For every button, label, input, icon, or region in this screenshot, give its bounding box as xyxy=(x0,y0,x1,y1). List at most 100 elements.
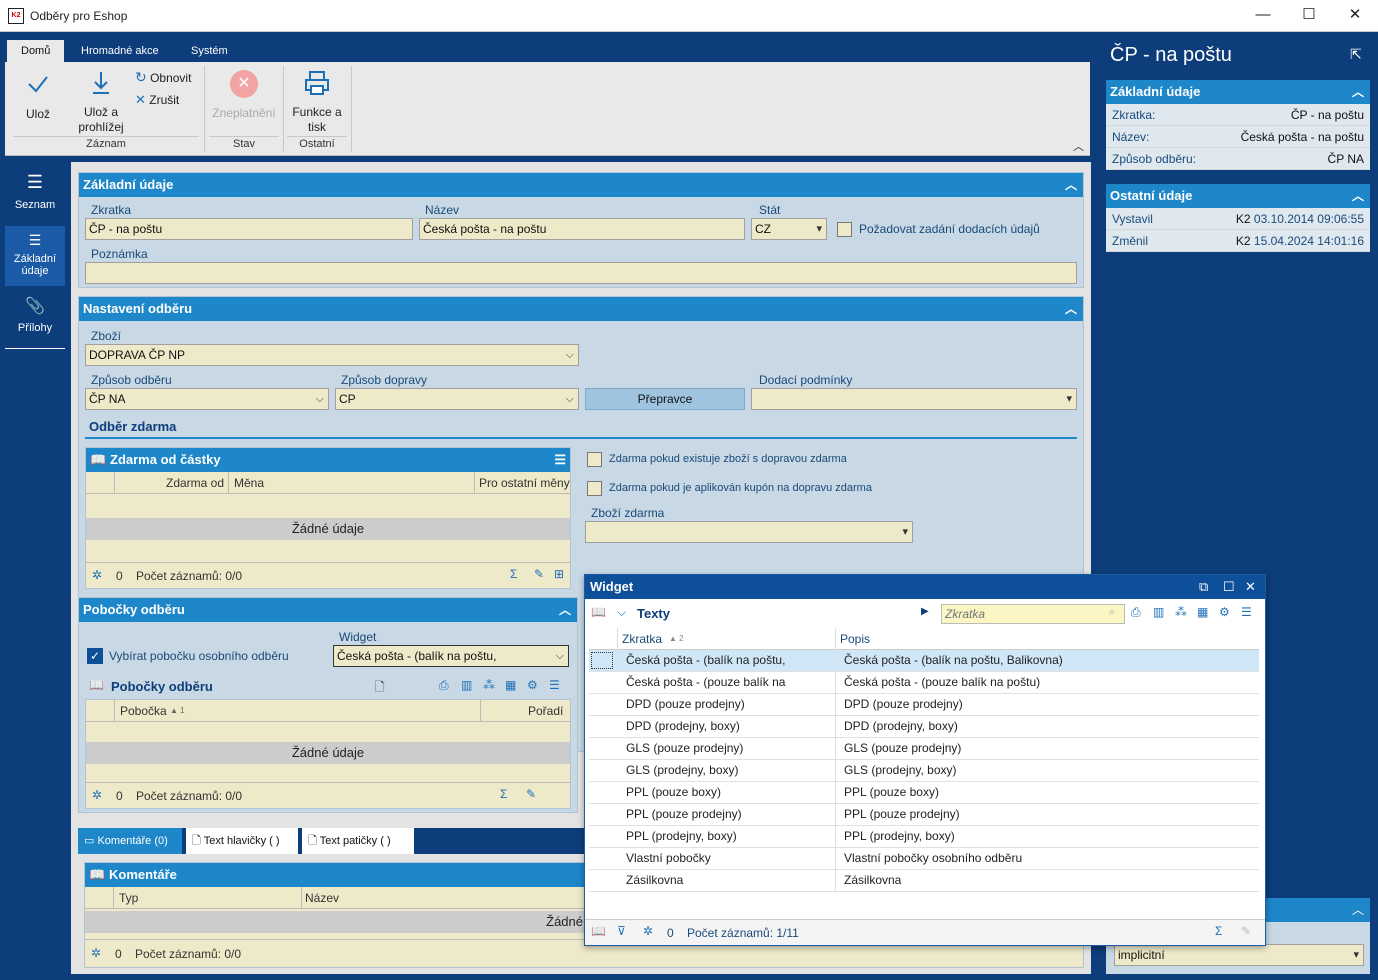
row-selector[interactable] xyxy=(591,740,613,757)
chart-icon[interactable]: ▥ xyxy=(1153,605,1164,619)
note-field[interactable] xyxy=(85,262,1077,284)
maximize-button[interactable]: ☐ xyxy=(1286,0,1332,32)
sum-icon[interactable]: Σ xyxy=(500,787,507,801)
col-branch[interactable]: Pobočka xyxy=(120,704,167,718)
cancel-button[interactable]: ✕ Zrušit xyxy=(135,92,205,110)
new-doc-icon[interactable]: 🗋 xyxy=(375,678,385,699)
col-currency[interactable]: Měna xyxy=(234,476,264,490)
snowflake-icon[interactable]: ✲ xyxy=(643,924,653,938)
col-type[interactable]: Typ xyxy=(119,891,138,905)
gear-icon[interactable]: ⚙ xyxy=(527,678,538,692)
play-icon[interactable]: ▶ xyxy=(921,606,929,617)
invalidate-button[interactable]: ✕ Zneplatnění xyxy=(209,70,279,120)
tab-header-text[interactable]: 🗋 Text hlavičky ( ) xyxy=(186,828,298,854)
collapse-icon[interactable]: ︿ xyxy=(553,598,577,622)
name-field[interactable]: Česká pošta - na poštu xyxy=(419,218,745,240)
snowflake-icon[interactable]: ✲ xyxy=(91,946,101,960)
close-icon[interactable]: ✕ xyxy=(1245,575,1256,599)
table-row[interactable]: Zásilkovna Zásilkovna xyxy=(589,870,1259,892)
table-row[interactable]: PPL (pouze prodejny) PPL (pouze prodejny) xyxy=(589,804,1259,826)
table-row[interactable]: PPL (pouze boxy) PPL (pouze boxy) xyxy=(589,782,1259,804)
collapse-icon[interactable]: ︿ xyxy=(1059,297,1083,321)
col-other-currencies[interactable]: Pro ostatní měny xyxy=(479,476,570,490)
row-selector[interactable] xyxy=(591,828,613,845)
maximize-icon[interactable]: ☐ xyxy=(1223,575,1235,599)
tab-home[interactable]: Domů xyxy=(7,40,65,62)
col-free-from[interactable]: Zdarma od xyxy=(166,476,224,490)
col-name[interactable]: Název xyxy=(305,891,339,905)
abbr-field[interactable]: ČP - na poštu xyxy=(85,218,413,240)
sum-icon[interactable]: Σ xyxy=(510,567,517,581)
collapse-icon[interactable]: ︿ xyxy=(1059,173,1083,197)
network-icon[interactable]: ⁂ xyxy=(1175,605,1187,619)
tab-bulk-actions[interactable]: Hromadné akce xyxy=(67,40,173,62)
table-row[interactable]: Česká pošta - (pouze balík na Česká pošta… xyxy=(589,672,1259,694)
collapse-ribbon-icon[interactable]: ︿ xyxy=(1073,138,1084,154)
right-bottom-select[interactable]: implicitní ▾ xyxy=(1114,944,1364,966)
row-selector[interactable] xyxy=(591,674,613,691)
select-branch-checkbox[interactable]: ✓ xyxy=(87,648,103,664)
functions-print-button[interactable]: Funkce a tisk xyxy=(287,70,347,135)
menu-icon[interactable]: ☰ xyxy=(549,678,560,692)
col-description[interactable]: Popis xyxy=(840,632,870,646)
restore-icon[interactable]: ⧉ xyxy=(1199,575,1208,599)
minimize-button[interactable]: — xyxy=(1240,0,1286,32)
printer-icon[interactable]: ⎙ xyxy=(439,678,449,693)
carrier-button[interactable]: Přepravce xyxy=(585,388,745,410)
col-order[interactable]: Pořadí xyxy=(528,704,563,718)
save-button[interactable]: Ulož xyxy=(13,72,63,121)
table-row[interactable]: GLS (prodejny, boxy) GLS (prodejny, boxy) xyxy=(589,760,1259,782)
row-selector[interactable] xyxy=(591,806,613,823)
row-selector[interactable] xyxy=(591,696,613,713)
free-if-coupon-checkbox[interactable] xyxy=(587,481,602,496)
filter-icon[interactable]: ⊽ xyxy=(617,924,626,938)
refresh-button[interactable]: ↻ Obnovit xyxy=(135,69,205,87)
row-selector[interactable] xyxy=(591,652,613,669)
table-row[interactable]: Česká pošta - (balík na poštu, Česká pošt… xyxy=(589,650,1259,672)
method-select[interactable]: ČP NA ⌵ xyxy=(85,388,329,410)
save-and-view-button[interactable]: Ulož a prohlížej xyxy=(71,70,131,135)
chevron-down-icon[interactable]: ⌵ xyxy=(617,605,626,620)
free-if-goods-checkbox[interactable] xyxy=(587,452,602,467)
widget-select[interactable]: Česká pošta - (balík na poštu, ⌵ xyxy=(333,645,569,667)
require-delivery-checkbox[interactable] xyxy=(837,222,852,237)
menu-icon[interactable]: ☰ xyxy=(1241,605,1252,619)
table-row[interactable]: PPL (prodejny, boxy) PPL (prodejny, boxy) xyxy=(589,826,1259,848)
edit-icon[interactable]: ✎ xyxy=(1241,924,1251,938)
snowflake-icon[interactable]: ✲ xyxy=(92,788,102,802)
delivery-terms-select[interactable]: ▾ xyxy=(751,388,1077,410)
network-icon[interactable]: ⁂ xyxy=(483,678,495,692)
gear-icon[interactable]: ⚙ xyxy=(1219,605,1230,619)
row-selector[interactable] xyxy=(591,872,613,889)
nav-attachments[interactable]: 📎 Přílohy xyxy=(5,288,65,350)
add-row-icon[interactable]: ⊞ xyxy=(554,567,564,581)
row-selector[interactable] xyxy=(591,784,613,801)
row-selector[interactable] xyxy=(591,850,613,867)
search-input[interactable] xyxy=(941,604,1125,624)
snowflake-icon[interactable]: ✲ xyxy=(92,568,102,582)
tab-comments[interactable]: ▭ Komentáře (0) xyxy=(78,828,182,854)
tab-system[interactable]: Systém xyxy=(177,40,242,62)
printer-icon[interactable]: ⎙ xyxy=(1131,605,1141,620)
collapse-icon[interactable]: ︿ xyxy=(1346,898,1370,922)
table-row[interactable]: Vlastní pobočky Vlastní pobočky osobního … xyxy=(589,848,1259,870)
transport-select[interactable]: CP ⌵ xyxy=(335,388,579,410)
collapse-icon[interactable]: ︿ xyxy=(1346,184,1370,208)
col-abbr[interactable]: Zkratka xyxy=(622,632,662,646)
nav-list[interactable]: ☰ Seznam xyxy=(5,162,65,224)
table-row[interactable]: DPD (prodejny, boxy) DPD (prodejny, boxy) xyxy=(589,716,1259,738)
nav-basic-data[interactable]: ☰ Základní údaje xyxy=(5,226,65,286)
texts-label[interactable]: Texty xyxy=(637,606,670,621)
columns-icon[interactable]: ▦ xyxy=(505,678,516,692)
book-icon[interactable]: 📖 xyxy=(591,924,606,938)
search-icon[interactable]: ⌕ xyxy=(1109,606,1115,619)
free-goods-select[interactable]: ▾ xyxy=(585,521,913,543)
tab-footer-text[interactable]: 🗋 Text patičky ( ) xyxy=(302,828,414,854)
table-row[interactable]: GLS (pouze prodejny) GLS (pouze prodejny) xyxy=(589,738,1259,760)
edit-icon[interactable]: ✎ xyxy=(534,567,544,581)
country-select[interactable]: CZ ▾ xyxy=(751,218,827,240)
row-selector[interactable] xyxy=(591,718,613,735)
edit-icon[interactable]: ✎ xyxy=(526,787,536,801)
menu-icon[interactable]: ☰ xyxy=(554,448,566,472)
popout-icon[interactable]: ⇱ xyxy=(1350,46,1362,63)
